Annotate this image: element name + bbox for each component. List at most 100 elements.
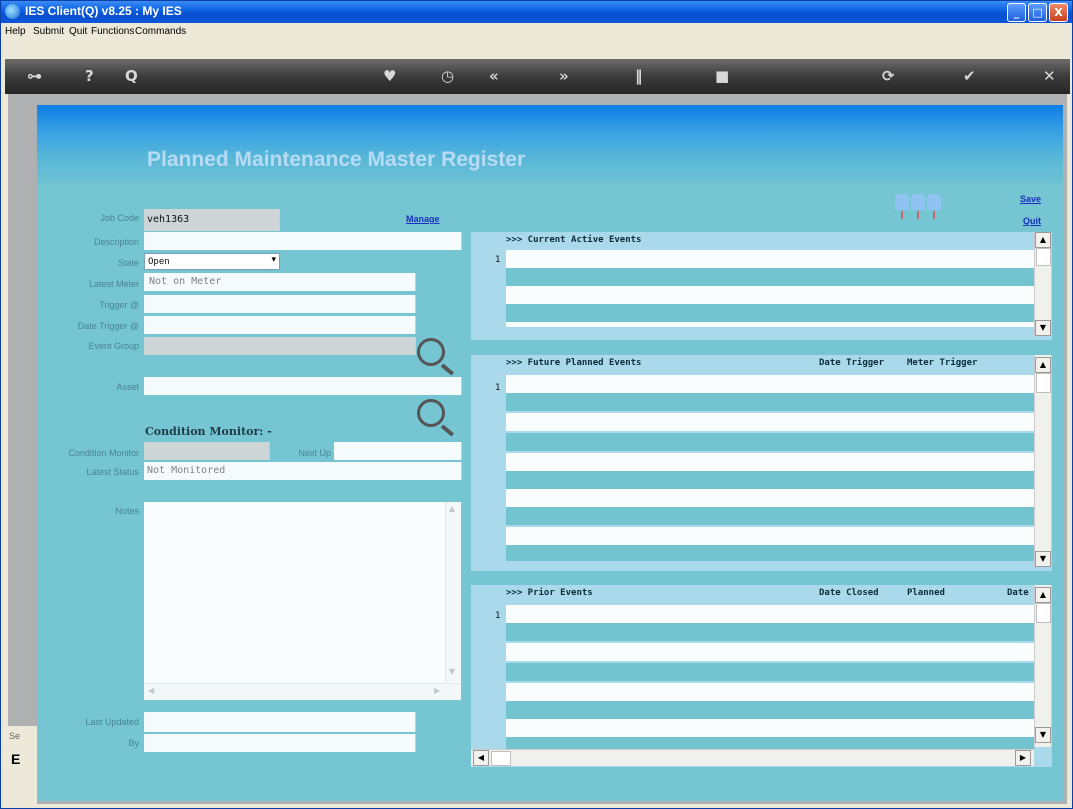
condition-monitor-label: Condition Monitor <box>68 448 139 458</box>
side-peek-panel: Se E <box>8 726 37 804</box>
asset-field[interactable] <box>144 377 462 395</box>
scroll-up-icon[interactable]: ▲ <box>1035 232 1051 248</box>
scroll-thumb[interactable] <box>1036 373 1051 393</box>
trigger-label: Trigger @ <box>99 300 139 310</box>
lookup-icon[interactable] <box>417 338 445 366</box>
scroll-right-icon[interactable]: ▶ <box>1015 750 1031 766</box>
table-row[interactable] <box>506 719 1034 737</box>
table-row[interactable] <box>506 701 1034 719</box>
close-icon[interactable]: ✕ <box>1043 67 1056 85</box>
refresh-icon[interactable]: ⟳ <box>882 67 895 85</box>
asset-label: Asset <box>116 382 139 392</box>
scroll-up-icon[interactable]: ▲ <box>1035 587 1051 603</box>
quit-link[interactable]: Quit <box>1023 216 1041 226</box>
scroll-thumb[interactable] <box>1036 603 1051 623</box>
window-title: IES Client(Q) v8.25 : My IES <box>25 4 182 18</box>
state-select[interactable]: Open ▾ <box>144 253 280 270</box>
scroll-thumb[interactable] <box>1036 248 1051 266</box>
by-field[interactable] <box>144 734 416 752</box>
stop-icon[interactable]: ■ <box>715 67 729 85</box>
scroll-up-icon[interactable]: ▲ <box>449 504 455 513</box>
minimize-button[interactable]: _ <box>1007 3 1026 22</box>
column-header: Planned <box>907 588 945 598</box>
scroll-up-icon[interactable]: ▲ <box>1035 357 1051 373</box>
menu-help[interactable]: Help <box>5 26 26 37</box>
scroll-down-icon[interactable]: ▼ <box>1035 320 1051 336</box>
lookup-icon[interactable] <box>417 399 445 427</box>
clock-icon[interactable]: ◷ <box>441 67 454 85</box>
last-updated-field[interactable] <box>144 712 416 732</box>
table-row[interactable] <box>506 507 1034 525</box>
table-row[interactable] <box>506 623 1034 641</box>
trigger-field[interactable] <box>144 295 416 313</box>
column-header: Date Trigger <box>819 358 885 368</box>
maximize-button[interactable]: □ <box>1028 3 1047 22</box>
latest-status-field[interactable]: Not Monitored <box>144 462 462 480</box>
table-row[interactable] <box>506 527 1034 545</box>
rewind-icon[interactable]: « <box>489 67 499 85</box>
table-row[interactable] <box>506 393 1034 411</box>
table-row[interactable] <box>506 413 1034 431</box>
table-row[interactable] <box>506 545 1034 561</box>
latest-meter-field[interactable]: Not on Meter <box>144 273 416 291</box>
check-icon[interactable]: ✔ <box>963 67 976 85</box>
vertical-scrollbar[interactable]: ▲ ▼ <box>1034 232 1051 336</box>
scroll-right-icon[interactable]: ▶ <box>434 686 440 695</box>
save-link[interactable]: Save <box>1020 194 1041 204</box>
scroll-thumb[interactable] <box>491 751 511 766</box>
table-row[interactable] <box>506 375 1034 393</box>
close-button[interactable]: X <box>1049 3 1068 22</box>
current-events-grid: >>> Current Active Events 1 ▲ ▼ <box>471 232 1052 340</box>
pin-icon <box>895 194 909 219</box>
scroll-left-icon[interactable]: ◀ <box>473 750 489 766</box>
page-banner: Planned Maintenance Master Register <box>37 105 1063 185</box>
table-row[interactable] <box>506 453 1034 471</box>
latest-meter-label: Latest Meter <box>88 279 139 289</box>
key-icon[interactable]: ⊶ <box>27 67 42 85</box>
notes-textarea[interactable]: ▲ ▼ ◀ ▶ <box>144 502 461 700</box>
menu-submit[interactable]: Submit <box>33 26 64 37</box>
scroll-down-icon[interactable]: ▼ <box>449 667 455 676</box>
menu-functions[interactable]: Functions <box>91 26 134 37</box>
side-peek-text: Se <box>9 731 21 741</box>
table-row[interactable] <box>506 737 1034 749</box>
scroll-left-icon[interactable]: ◀ <box>148 686 154 695</box>
pause-icon[interactable]: ‖ <box>635 67 643 85</box>
table-row[interactable] <box>506 268 1034 286</box>
scroll-down-icon[interactable]: ▼ <box>1035 727 1051 743</box>
next-up-field[interactable] <box>334 442 462 460</box>
scroll-down-icon[interactable]: ▼ <box>1035 551 1051 567</box>
app-window: IES Client(Q) v8.25 : My IES _ □ X Help … <box>0 0 1073 809</box>
table-row[interactable] <box>506 286 1034 304</box>
heart-icon[interactable]: ♥ <box>383 67 396 85</box>
column-header: Date Closed <box>819 588 879 598</box>
table-row[interactable] <box>506 250 1034 268</box>
job-code-field[interactable]: veh1363 <box>144 209 280 231</box>
title-bar[interactable]: IES Client(Q) v8.25 : My IES _ □ X <box>1 1 1072 23</box>
date-trigger-field[interactable] <box>144 316 416 334</box>
table-row[interactable] <box>506 663 1034 681</box>
table-row[interactable] <box>506 643 1034 661</box>
vertical-scrollbar[interactable]: ▲ ▼ <box>1034 585 1051 747</box>
manage-link[interactable]: Manage <box>406 214 440 224</box>
menu-quit[interactable]: Quit <box>69 26 87 37</box>
table-row[interactable] <box>506 304 1034 322</box>
description-field[interactable] <box>144 232 462 250</box>
notes-label: Notes <box>115 506 139 516</box>
event-group-field[interactable] <box>144 337 416 355</box>
table-row[interactable] <box>506 489 1034 507</box>
vertical-scrollbar[interactable]: ▲ ▼ <box>1034 355 1051 567</box>
notes-horizontal-scrollbar[interactable]: ◀ ▶ <box>144 683 461 700</box>
table-row[interactable] <box>506 433 1034 451</box>
notes-vertical-scrollbar[interactable]: ▲ ▼ <box>445 502 461 682</box>
forward-icon[interactable]: » <box>559 67 569 85</box>
table-row[interactable] <box>506 322 1034 327</box>
search-icon[interactable]: Q <box>125 67 138 85</box>
table-row[interactable] <box>506 471 1034 489</box>
table-row[interactable] <box>506 683 1034 701</box>
condition-monitor-field[interactable] <box>144 442 270 460</box>
menu-commands[interactable]: Commands <box>135 26 186 37</box>
horizontal-scrollbar[interactable]: ◀ ▶ <box>471 749 1034 766</box>
table-row[interactable] <box>506 605 1034 623</box>
help-icon[interactable]: ? <box>85 67 94 85</box>
